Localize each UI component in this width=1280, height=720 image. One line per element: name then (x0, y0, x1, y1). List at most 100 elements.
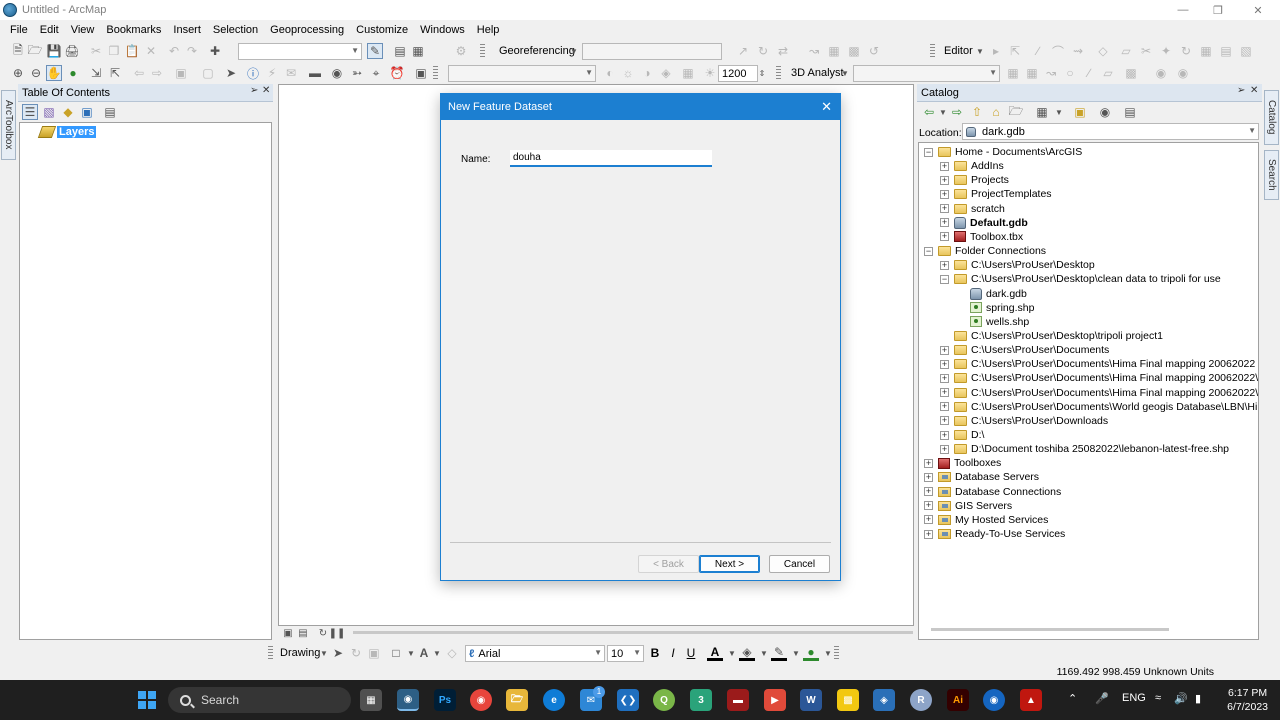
line-color-icon[interactable]: ✎ (771, 645, 787, 661)
close-window-icon[interactable]: ✕ (1240, 0, 1276, 20)
back-button[interactable]: < Back (638, 555, 699, 573)
pause-drawing-icon[interactable]: ❚❚ (329, 625, 346, 641)
catalog-tree-item[interactable]: + Database Connections (924, 485, 1061, 499)
redo-icon[interactable]: ↷ (184, 43, 200, 59)
close-panel-icon[interactable]: ✕ (262, 85, 270, 96)
georef-refresh-icon[interactable]: ↺ (866, 43, 882, 59)
catalog-tree-item[interactable]: + AddIns (940, 159, 1004, 173)
minimize-icon[interactable]: — (1165, 0, 1201, 20)
marker-color-icon[interactable]: ● (803, 645, 819, 661)
profile-graph-icon[interactable]: ▩ (1123, 65, 1139, 81)
tray-overflow-icon[interactable]: ⌃ (1068, 692, 1077, 705)
expand-icon[interactable]: + (940, 232, 949, 242)
catalog-tree-item[interactable]: + ProjectTemplates (940, 187, 1052, 201)
layout-view-icon[interactable]: ▤ (295, 625, 311, 641)
expand-icon[interactable]: + (940, 260, 949, 270)
collapse-icon[interactable]: − (924, 147, 933, 157)
create-features-icon[interactable]: ▧ (1238, 43, 1254, 59)
3d-analyst-label[interactable]: 3D Analyst (791, 65, 844, 81)
georef-shift-icon[interactable]: ⇄ (775, 43, 791, 59)
catalog-tree-item[interactable]: + Database Servers (924, 470, 1039, 484)
map-horizontal-scrollbar[interactable] (353, 631, 913, 634)
data-view-icon[interactable]: ▣ (280, 625, 296, 641)
language-indicator[interactable]: ENG (1122, 692, 1146, 704)
collapse-icon[interactable]: − (940, 274, 949, 284)
expand-icon[interactable]: + (924, 487, 933, 497)
interpolate-point-icon[interactable]: ○ (1062, 65, 1078, 81)
spin-updown-icon[interactable]: ⇕ (754, 65, 770, 81)
catalog-tree-item[interactable]: + C:\Users\ProUser\Desktop (940, 258, 1095, 272)
toolbar-grip[interactable] (268, 646, 273, 661)
catalog-tree-item[interactable]: + Projects (940, 173, 1009, 187)
edge-icon[interactable]: e (543, 689, 565, 711)
html-popup-icon[interactable]: ⚡ (264, 65, 280, 81)
chevron-down-icon[interactable]: ▼ (972, 43, 988, 59)
full-extent-globe-icon[interactable]: ● (65, 65, 81, 81)
toolbar-grip[interactable] (930, 44, 935, 59)
open-folder-icon[interactable]: 🗁 (27, 43, 43, 59)
home-folder-icon[interactable]: ⌂ (988, 104, 1004, 120)
catalog-options-icon[interactable]: ▣ (1072, 104, 1088, 120)
cut-polygon-icon[interactable]: ✂ (1138, 43, 1154, 59)
endpoint-arc-icon[interactable]: ⌒ (1050, 43, 1066, 59)
underline-button[interactable]: U (683, 645, 699, 661)
catalog-list-icon[interactable]: ▤ (1122, 104, 1138, 120)
pin-icon[interactable]: ➢ (250, 85, 258, 96)
catalog-tree-item[interactable]: − C:\Users\ProUser\Desktop\clean data to … (940, 272, 1221, 286)
menu-geoprocessing[interactable]: Geoprocessing (264, 20, 350, 40)
bold-button[interactable]: B (647, 645, 663, 661)
expand-icon[interactable]: + (924, 529, 933, 539)
expand-icon[interactable]: + (940, 345, 949, 355)
map-scale-combo[interactable]: ▼ (238, 43, 362, 60)
select-by-rectangle-icon[interactable]: ▣ (173, 65, 189, 81)
zoom-out-icon[interactable]: ⊖ (28, 65, 44, 81)
up-one-level-icon[interactable]: ⇧ (969, 104, 985, 120)
create-contours-icon[interactable]: ▦ (1005, 65, 1021, 81)
add-data-icon[interactable]: ✚ (207, 43, 223, 59)
chevron-down-icon[interactable]: ▼ (837, 65, 853, 81)
connect-folder-icon[interactable]: 🗁 (1008, 104, 1024, 120)
catalog-tree-item[interactable]: C:\Users\ProUser\Desktop\tripoli project… (940, 329, 1163, 343)
catalog-tree-item[interactable]: + scratch (940, 202, 1005, 216)
catalog-tree-item[interactable]: + C:\Users\ProUser\Documents\World geogis… (940, 400, 1258, 414)
collapse-icon[interactable]: − (924, 246, 933, 256)
split-icon[interactable]: ✦ (1158, 43, 1174, 59)
catalog-tree-item[interactable]: + My Hosted Services (924, 513, 1048, 527)
fixed-zoom-in-icon[interactable]: ⇲ (88, 65, 104, 81)
restore-icon[interactable]: ❐ (1200, 0, 1236, 20)
expand-icon[interactable]: + (940, 430, 949, 440)
menu-bookmarks[interactable]: Bookmarks (100, 20, 167, 40)
save-icon[interactable]: 💾 (46, 43, 62, 59)
font-color-icon[interactable]: A (707, 645, 723, 661)
rotate-element-icon[interactable]: ↻ (348, 645, 364, 661)
cut-icon[interactable]: ✂ (88, 43, 104, 59)
word-icon[interactable]: W (800, 689, 822, 711)
power-bi-icon[interactable]: ▩ (837, 689, 859, 711)
menu-windows[interactable]: Windows (414, 20, 471, 40)
task-view-icon[interactable]: ▦ (360, 689, 382, 711)
catalog-tree-item[interactable]: + C:\Users\ProUser\Downloads (940, 414, 1108, 428)
view-toggle-icon[interactable]: ▦ (1034, 104, 1050, 120)
cancel-button[interactable]: Cancel (769, 555, 830, 573)
catalog-tree-item[interactable]: spring.shp (956, 301, 1034, 315)
interpolate-line-icon[interactable]: ∕ (1081, 65, 1097, 81)
toc-options-icon[interactable]: ▤ (102, 104, 118, 120)
font-size-combo[interactable]: 10 ▼ (607, 645, 644, 662)
font-name-combo[interactable]: ℓ Arial ▼ (465, 645, 605, 662)
catalog-tree-item[interactable]: + C:\Users\ProUser\Documents\Hima Final m… (940, 371, 1258, 385)
analyst-layer-combo[interactable]: ▼ (853, 65, 1000, 82)
menu-selection[interactable]: Selection (207, 20, 264, 40)
expand-icon[interactable]: + (940, 416, 949, 426)
toolbar-grip[interactable] (433, 66, 438, 81)
catalog-tree-item[interactable]: + Toolbox.tbx (940, 230, 1023, 244)
menu-customize[interactable]: Customize (350, 20, 414, 40)
catalog-tree-item[interactable]: − Folder Connections (924, 244, 1046, 258)
sketch-properties-icon[interactable]: ▤ (1218, 43, 1234, 59)
expand-icon[interactable]: + (940, 204, 949, 214)
menu-insert[interactable]: Insert (167, 20, 207, 40)
rotate-icon[interactable]: ↻ (1178, 43, 1194, 59)
wifi-icon[interactable]: ≈ (1155, 692, 1161, 704)
python-icon[interactable]: ⚙ (453, 43, 469, 59)
georef-link-icon[interactable]: ↝ (806, 43, 822, 59)
time-slider-icon[interactable]: ⏰ (389, 65, 405, 81)
